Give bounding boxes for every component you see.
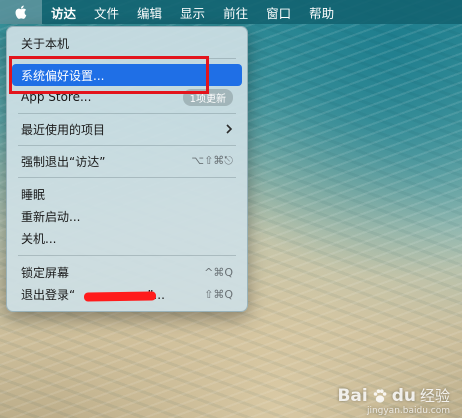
menu-item-label: 关机... <box>21 231 57 246</box>
menu-window[interactable]: 窗口 <box>257 3 300 22</box>
apple-logo-icon <box>15 5 27 19</box>
menu-separator <box>18 255 236 256</box>
menu-item-label: 重新启动... <box>21 209 81 224</box>
menu-item-label: 强制退出“访达” <box>21 154 106 169</box>
menu-item-label: 锁定屏幕 <box>21 265 70 280</box>
logout-label-prefix: 退出登录“ <box>21 287 76 302</box>
watermark-sub: 经验 <box>419 387 450 405</box>
watermark-brand: Bai <box>337 385 368 406</box>
menu-item-shutdown[interactable]: 关机... <box>12 227 242 249</box>
chevron-right-icon <box>226 124 233 134</box>
menu-go[interactable]: 前往 <box>214 3 257 22</box>
menu-help[interactable]: 帮助 <box>300 3 343 22</box>
annotation-highlight-box <box>9 56 209 94</box>
menu-edit[interactable]: 编辑 <box>128 3 171 22</box>
menu-separator <box>18 177 236 178</box>
menu-item-recent-items[interactable]: 最近使用的项目 <box>12 118 242 140</box>
keyboard-shortcut: ^⌘Q <box>204 265 233 279</box>
watermark-url: jingyan.baidu.com <box>366 406 450 416</box>
watermark-brand-suffix: du <box>391 385 416 406</box>
menu-item-restart[interactable]: 重新启动... <box>12 205 242 227</box>
menu-item-sleep[interactable]: 睡眠 <box>12 183 242 205</box>
menu-item-label: 睡眠 <box>21 187 46 202</box>
menu-item-force-quit[interactable]: 强制退出“访达” ⌥⇧⌘⎋ <box>12 150 242 172</box>
baidu-paw-icon <box>373 388 387 403</box>
menu-item-label: 关于本机 <box>21 36 70 51</box>
menu-separator <box>18 113 236 114</box>
menu-file[interactable]: 文件 <box>85 3 128 22</box>
baidu-watermark: Bai du 经验 jingyan.baidu.com <box>337 385 450 417</box>
menu-item-about[interactable]: 关于本机 <box>12 32 242 54</box>
redaction-mark <box>83 291 157 302</box>
keyboard-shortcut: ⇧⌘Q <box>204 287 233 301</box>
menu-finder[interactable]: 访达 <box>42 3 85 22</box>
menu-item-label: 最近使用的项目 <box>21 122 106 137</box>
menu-view[interactable]: 显示 <box>171 3 214 22</box>
menu-item-lock-screen[interactable]: 锁定屏幕 ^⌘Q <box>12 261 242 283</box>
menu-separator <box>18 145 236 146</box>
menu-bar: 访达 文件 编辑 显示 前往 窗口 帮助 <box>0 0 462 24</box>
keyboard-shortcut: ⌥⇧⌘⎋ <box>191 154 233 167</box>
apple-menu-button[interactable] <box>0 0 42 24</box>
